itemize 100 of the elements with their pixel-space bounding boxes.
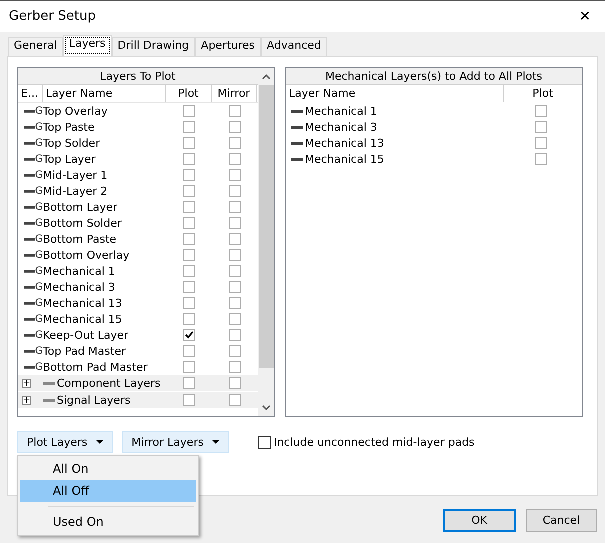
table-cell: G <box>35 154 43 164</box>
layer-name: Top Overlay <box>43 104 109 118</box>
menu-item[interactable]: All On <box>20 458 196 480</box>
layer-color-icon <box>24 206 36 208</box>
column-header[interactable]: Plot <box>504 85 582 102</box>
tab[interactable]: Advanced <box>261 37 328 56</box>
column-header[interactable]: E... <box>18 85 43 102</box>
column-header[interactable]: Layer Name <box>286 85 504 102</box>
layer-color-icon <box>24 254 36 256</box>
column-header[interactable]: Mirror <box>212 85 257 102</box>
expand-button[interactable]: + <box>22 378 31 388</box>
dialog-button[interactable]: Cancel <box>526 509 597 532</box>
layer-name: Mechanical 15 <box>43 312 124 326</box>
checkbox[interactable] <box>183 361 195 373</box>
layer-color-icon <box>24 270 36 272</box>
checkbox[interactable] <box>183 121 195 133</box>
layer-color-icon <box>24 126 36 128</box>
scrollbar-thumb[interactable] <box>258 85 274 368</box>
tab[interactable]: General <box>8 37 64 56</box>
checkbox[interactable] <box>228 137 240 149</box>
checkbox[interactable] <box>228 105 240 117</box>
layer-name: Bottom Overlay <box>43 248 131 262</box>
layer-color-icon <box>24 110 36 112</box>
layer-color-icon <box>24 286 36 288</box>
layer-color-icon <box>291 110 303 112</box>
checkbox[interactable] <box>183 249 195 261</box>
checkbox[interactable] <box>535 137 547 149</box>
checkbox[interactable] <box>183 265 195 277</box>
checkbox[interactable] <box>228 329 240 341</box>
column-header[interactable]: Layer Name <box>43 85 166 102</box>
checkbox-label: Include unconnected mid-layer pads <box>274 436 475 448</box>
table-cell: G <box>35 282 43 292</box>
layer-name: Bottom Layer <box>43 200 119 214</box>
checkbox[interactable] <box>228 361 240 373</box>
menu-item[interactable]: Used On <box>20 511 196 533</box>
layer-name: Bottom Solder <box>43 216 123 230</box>
table-cell: G <box>35 298 43 308</box>
checkbox[interactable] <box>228 345 240 357</box>
layer-name: Bottom Pad Master <box>43 360 149 374</box>
checkbox[interactable] <box>228 121 240 133</box>
table-cell: G <box>35 106 43 116</box>
layer-name: Mechanical 3 <box>43 280 116 294</box>
checkbox[interactable] <box>183 169 195 181</box>
close-button[interactable]: ✕ <box>575 8 595 24</box>
checkbox[interactable] <box>228 153 240 165</box>
mirror-layers-dropdown[interactable]: Mirror Layers <box>122 431 229 453</box>
tab[interactable]: Drill Drawing <box>112 37 196 56</box>
checkbox[interactable] <box>183 297 195 309</box>
layer-name: Mid-Layer 1 <box>43 168 109 182</box>
checkbox[interactable] <box>183 185 195 197</box>
checkbox[interactable] <box>183 281 195 293</box>
table-cell: G <box>35 202 43 212</box>
checkbox[interactable] <box>228 233 240 245</box>
checkbox[interactable] <box>183 233 195 245</box>
checkbox[interactable] <box>228 313 240 325</box>
checkbox[interactable] <box>183 377 195 389</box>
column-header[interactable]: Plot <box>166 85 212 102</box>
checkbox[interactable] <box>183 329 195 341</box>
checkbox[interactable] <box>228 377 240 389</box>
layer-color-icon <box>24 222 36 224</box>
checkbox[interactable] <box>258 436 271 448</box>
expand-button[interactable]: + <box>22 396 31 404</box>
table-cell: G <box>35 234 43 244</box>
table-cell: G <box>35 314 43 324</box>
layer-name: Mid-Layer 2 <box>43 184 109 198</box>
checkbox[interactable] <box>183 105 195 117</box>
dialog-button[interactable]: OK <box>443 509 516 532</box>
checkbox[interactable] <box>535 153 547 165</box>
checkbox[interactable] <box>183 394 195 406</box>
checkbox[interactable] <box>228 265 240 277</box>
checkbox[interactable] <box>228 217 240 229</box>
checkbox[interactable] <box>535 105 547 117</box>
window-title: Gerber Setup <box>9 9 96 24</box>
checkbox[interactable] <box>183 201 195 213</box>
table-cell: G <box>35 138 43 148</box>
checkbox[interactable] <box>228 297 240 309</box>
checkbox[interactable] <box>183 153 195 165</box>
menu-item[interactable]: All Off <box>20 480 196 502</box>
layer-color-icon <box>24 190 36 192</box>
checkbox[interactable] <box>228 185 240 197</box>
layer-color-icon <box>43 382 55 384</box>
checkbox[interactable] <box>183 137 195 149</box>
checkbox[interactable] <box>228 249 240 261</box>
checkbox[interactable] <box>183 345 195 357</box>
table-cell: G <box>35 250 43 260</box>
layer-color-icon <box>24 174 36 176</box>
plot-layers-dropdown[interactable]: Plot Layers <box>17 431 113 453</box>
checkbox[interactable] <box>228 169 240 181</box>
tab[interactable]: Layers <box>63 35 112 56</box>
tab[interactable]: Apertures <box>195 37 262 56</box>
layer-name: Top Pad Master <box>43 344 127 358</box>
checkbox[interactable] <box>183 313 195 325</box>
checkbox[interactable] <box>228 394 240 406</box>
checkbox[interactable] <box>183 217 195 229</box>
checkbox[interactable] <box>535 121 547 133</box>
layer-name: Top Layer <box>43 152 97 166</box>
scroll-down-icon[interactable] <box>262 404 270 410</box>
scroll-up-icon[interactable] <box>262 74 270 80</box>
checkbox[interactable] <box>228 281 240 293</box>
checkbox[interactable] <box>228 201 240 213</box>
